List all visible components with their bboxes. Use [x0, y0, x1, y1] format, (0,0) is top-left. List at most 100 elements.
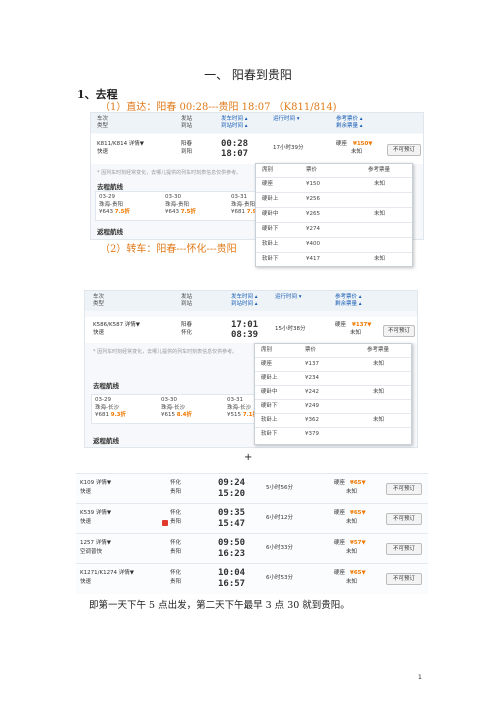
table-row: K539 详情▼ 快速 怀化 贵阳 09:35 15:47 6小时12分 硬座 …: [76, 503, 428, 534]
train-number-link[interactable]: K1271/K1274 详情▼: [80, 570, 134, 577]
sort-price[interactable]: 参考票价 ▴: [335, 294, 362, 300]
disclaimer-note: * 因列车时刻经常变化，去哪儿提供的列车时刻表信息仅供参考。: [97, 170, 242, 176]
col-arrive-station: 到站: [181, 123, 193, 129]
cal-date: 03-29: [99, 194, 115, 200]
popup-col-price: 票价: [306, 167, 318, 173]
price-dropdown[interactable]: ¥57▼: [350, 540, 366, 547]
book-button[interactable]: 不可预订: [386, 573, 422, 585]
calendar-cell[interactable]: 03-30 珠海-贵阳 ¥643 7.5折: [165, 194, 196, 217]
table-row: K1271/K1274 详情▼ 快速 怀化 贵阳 10:04 16:57 6小时…: [76, 563, 428, 594]
train-row: K586/K587 详情▼ 快速 阳春 怀化 17:01 08:39 15小时3…: [85, 317, 417, 343]
train-type: 快速: [80, 579, 92, 585]
train-number-link[interactable]: K109 详情▼: [80, 480, 111, 487]
col-station: 发站: [181, 294, 193, 300]
train-number-link[interactable]: K811/K814 详情▼: [97, 141, 144, 148]
sort-duration[interactable]: 运行时间 ▾: [273, 116, 300, 122]
popup-seat: 硬座: [262, 181, 274, 187]
sort-remaining[interactable]: 剩余票量 ▴: [336, 123, 363, 129]
from-station: 阳春: [181, 322, 193, 328]
col-arrive-station: 到站: [181, 301, 193, 307]
price-dropdown[interactable]: ¥150▼: [353, 141, 373, 148]
plus-sign: +: [244, 452, 253, 463]
col-train: 车次: [93, 294, 105, 300]
book-button[interactable]: 不可预订: [386, 483, 422, 495]
to-station: 贵阳: [170, 519, 182, 525]
popup-row: 硬卧上 ¥256: [256, 192, 412, 206]
price-dropdown[interactable]: ¥65▼: [350, 570, 366, 577]
calendar-cell[interactable]: 03-29 珠海-长沙 ¥681 9.3折: [95, 397, 126, 420]
seat-type: 硬座: [334, 510, 346, 516]
popup-qty: 未知: [373, 361, 385, 367]
arrive-time: 08:39: [231, 330, 259, 340]
duration: 6小时33分: [266, 545, 293, 551]
book-button[interactable]: 不可预订: [386, 543, 422, 555]
train-number-link[interactable]: K586/K587 详情▼: [93, 322, 140, 329]
popup-price: ¥249: [305, 403, 319, 409]
cal-price: ¥615: [161, 412, 175, 418]
popup-row: 硬卧下 ¥274: [256, 222, 412, 236]
depart-time: 10:04: [218, 568, 246, 578]
depart-time: 17:01: [231, 320, 259, 330]
popup-qty: 未知: [374, 211, 386, 217]
price-dropdown[interactable]: ¥65▼: [350, 510, 366, 517]
sort-duration[interactable]: 运行时间 ▾: [275, 294, 302, 300]
popup-price: ¥379: [305, 431, 319, 437]
summary-text: 即第一天下午 5 点出发，第二天下午最早 3 点 30 就到贵阳。: [89, 600, 350, 611]
sort-depart-time[interactable]: 发车时间 ▴: [231, 294, 258, 300]
seat-type: 硬座: [336, 141, 348, 147]
train-type: 空调普快: [80, 549, 103, 555]
col-type: 类型: [93, 301, 105, 307]
arrive-time: 15:20: [218, 489, 246, 499]
popup-seat: 硬卧中: [261, 389, 278, 395]
popup-price: ¥265: [306, 211, 320, 217]
page-number: 1: [418, 674, 422, 681]
cal-route: 珠海-长沙: [95, 404, 119, 411]
to-station: 贵阳: [170, 489, 182, 495]
duration: 6小时12分: [266, 515, 293, 521]
popup-price: ¥242: [305, 389, 319, 395]
arrive-time: 16:57: [218, 579, 246, 589]
popup-price: ¥137: [305, 361, 319, 367]
cal-discount: 9.3折: [110, 412, 126, 418]
cal-date: 03-30: [161, 397, 177, 403]
popup-seat: 硬卧下: [261, 403, 278, 409]
calendar-cell[interactable]: 03-30 珠海-长沙 ¥615 8.4折: [161, 397, 192, 420]
arrive-time: 16:23: [218, 549, 246, 559]
popup-price: ¥417: [306, 256, 320, 262]
popup-col-qty: 参考票量: [368, 167, 391, 173]
cal-discount: 8.4折: [176, 412, 192, 418]
from-station: 怀化: [170, 510, 182, 516]
train-number-link[interactable]: 1257 详情▼: [80, 540, 111, 547]
book-button[interactable]: 不可预订: [386, 513, 422, 525]
table-header: 车次 类型 发站 到站 发车时间 ▴ 到站时间 ▴ 运行时间 ▾ 参考票价 ▴ …: [85, 291, 417, 311]
cal-date: 03-29: [95, 397, 111, 403]
popup-col-seat: 席别: [262, 167, 274, 173]
col-station: 发站: [181, 116, 193, 122]
calendar-cell[interactable]: 03-29 珠海-贵阳 ¥643 7.5折: [99, 194, 130, 217]
book-button[interactable]: 不可预订: [387, 144, 421, 156]
cal-route: 珠海-贵阳: [99, 201, 123, 208]
price-dropdown[interactable]: ¥137▼: [352, 322, 372, 329]
remaining-qty: 未知: [346, 489, 358, 495]
sort-arrive-time[interactable]: 到站时间 ▴: [231, 301, 258, 307]
popup-qty: 未知: [374, 181, 386, 187]
sort-depart-time[interactable]: 发车时间 ▴: [221, 116, 248, 122]
from-station: 阳春: [181, 141, 193, 147]
train-type: 快速: [93, 330, 105, 336]
sort-remaining[interactable]: 剩余票量 ▴: [335, 301, 362, 307]
price-dropdown[interactable]: ¥65▼: [350, 480, 366, 487]
seat-type: 硬座: [335, 322, 347, 328]
book-button[interactable]: 不可预订: [383, 325, 415, 337]
sort-arrive-time[interactable]: 到站时间 ▴: [221, 123, 248, 129]
depart-time: 09:24: [218, 478, 246, 488]
sort-price[interactable]: 参考票价 ▴: [336, 116, 363, 122]
popup-seat: 软卧下: [261, 431, 278, 437]
from-station: 怀化: [170, 540, 182, 546]
popup-seat: 软卧上: [262, 241, 279, 247]
popup-col-price: 票价: [305, 347, 317, 353]
train-row: K811/K814 详情▼ 快速 阳春 到阳 00:28 18:07 17小时3…: [91, 134, 423, 164]
remaining-qty: 未知: [346, 519, 358, 525]
train-number-link[interactable]: K539 详情▼: [80, 510, 111, 517]
arrive-time: 18:07: [221, 149, 249, 159]
table-row: 1257 详情▼ 空调普快 怀化 贵阳 09:50 16:23 6小时33分 硬…: [76, 533, 428, 564]
